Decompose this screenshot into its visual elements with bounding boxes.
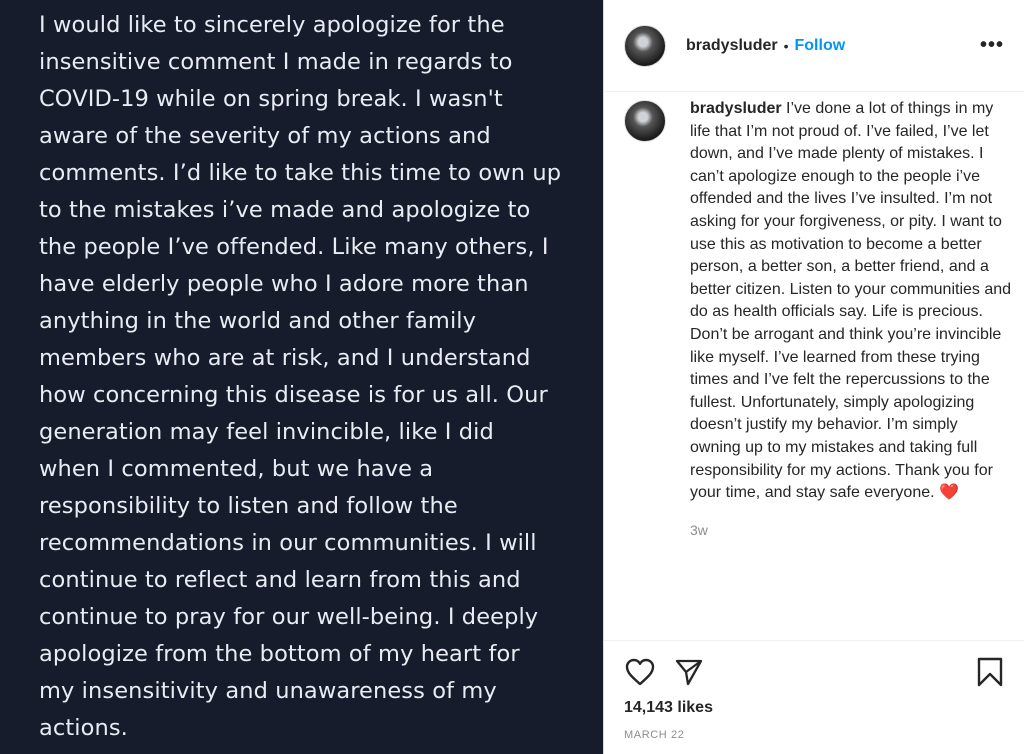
separator-dot: • [783, 37, 789, 54]
caption-text: I’ve done a lot of things in my life tha… [690, 100, 1012, 502]
caption-body: bradysluder I’ve done a lot of things in… [690, 98, 1012, 541]
caption-timestamp[interactable]: 3w [690, 519, 1012, 542]
avatar[interactable] [624, 24, 666, 67]
action-row [624, 655, 1004, 689]
paper-plane-icon[interactable] [674, 657, 704, 687]
heart-icon[interactable] [624, 657, 656, 687]
more-options-icon[interactable]: ••• [980, 34, 1004, 57]
likes-count[interactable]: 14,143 likes [624, 699, 1004, 717]
post-actions: 14,143 likes MARCH 22 [604, 640, 1024, 754]
header-username[interactable]: bradysluder [686, 37, 778, 55]
follow-button[interactable]: Follow [795, 37, 846, 55]
heart-emoji: ❤️ [939, 484, 959, 502]
post-date[interactable]: MARCH 22 [624, 729, 1004, 741]
post-header: bradysluder • Follow ••• [604, 0, 1024, 92]
post-image[interactable]: I would like to sincerely apologize for … [0, 0, 603, 754]
caption-username[interactable]: bradysluder [690, 100, 782, 117]
post-sidebar: bradysluder • Follow ••• bradysluder I’v… [603, 0, 1024, 754]
instagram-post: I would like to sincerely apologize for … [0, 0, 1024, 754]
caption-avatar[interactable] [624, 100, 666, 142]
bookmark-icon[interactable] [976, 656, 1004, 688]
post-image-text: I would like to sincerely apologize for … [39, 12, 562, 741]
caption: bradysluder I’ve done a lot of things in… [624, 98, 1012, 541]
